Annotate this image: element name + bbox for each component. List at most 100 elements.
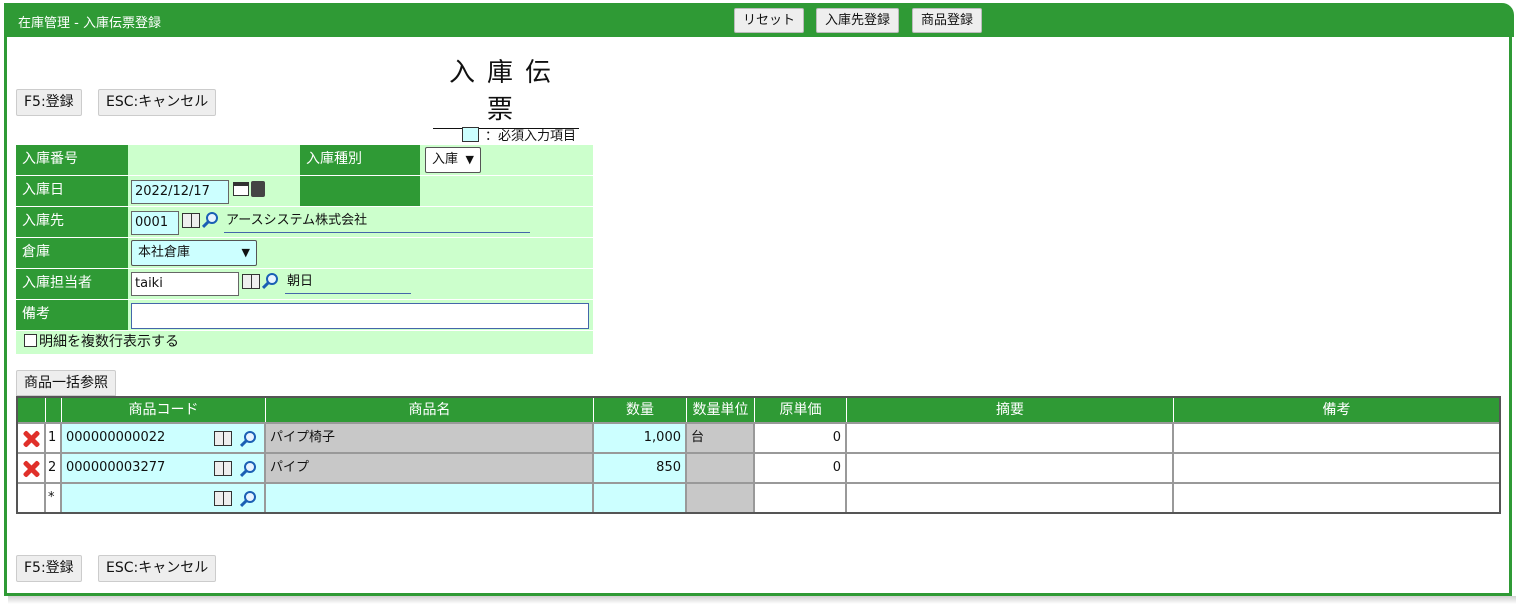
header-delete [18, 398, 46, 422]
staff-cell: taiki 朝日 [128, 269, 593, 299]
qty-cell[interactable] [594, 484, 687, 512]
form-row-date: 入庫日 2022/12/17 [16, 176, 593, 207]
app-title: 在庫管理 - 入庫伝票登録 [18, 16, 161, 31]
name-cell[interactable] [266, 484, 594, 512]
delete-cell [18, 424, 46, 452]
book-icon[interactable] [242, 274, 260, 289]
header-qty: 数量 [594, 398, 687, 422]
supplier-label: 入庫先 [16, 207, 128, 237]
receipt-no-value [128, 145, 300, 175]
note-cell[interactable] [1174, 424, 1499, 452]
required-swatch [462, 127, 479, 142]
search-icon[interactable] [244, 491, 256, 503]
form-row-receipt-no: 入庫番号 入庫種別 入庫 ▼ [16, 145, 593, 176]
row-no: * [46, 484, 62, 512]
delete-icon[interactable] [22, 430, 40, 448]
staff-label: 入庫担当者 [16, 269, 128, 299]
date-input[interactable]: 2022/12/17 [131, 180, 229, 204]
warehouse-label: 倉庫 [16, 238, 128, 268]
delete-icon[interactable] [22, 460, 40, 478]
remarks-cell [128, 300, 593, 330]
page-title: 入庫伝票 [433, 52, 579, 129]
receipt-type-value: 入庫 [432, 152, 459, 167]
code-value: 000000000022 [66, 430, 166, 445]
search-icon[interactable] [206, 212, 218, 224]
date-cell: 2022/12/17 [128, 176, 300, 206]
date-blank-label [300, 176, 420, 206]
receipt-no-label: 入庫番号 [16, 145, 128, 175]
unit-cell [687, 454, 755, 482]
search-icon[interactable] [244, 461, 256, 473]
summary-cell[interactable] [847, 484, 1174, 512]
form-row-warehouse: 倉庫 本社倉庫 ▼ [16, 238, 593, 269]
reset-button[interactable]: リセット [734, 8, 805, 33]
table-header: 商品コード 商品名 数量 数量単位 原単価 摘要 備考 [18, 398, 1499, 422]
bulk-reference-button[interactable]: 商品一括参照 [16, 370, 116, 396]
code-cell[interactable]: 000000003277 [62, 454, 266, 482]
cancel-button-top[interactable]: ESC:キャンセル [98, 89, 217, 116]
cost-cell[interactable]: 0 [755, 454, 847, 482]
warehouse-cell: 本社倉庫 ▼ [128, 238, 593, 268]
form-row-staff: 入庫担当者 taiki 朝日 [16, 269, 593, 300]
name-cell: パイプ椅子 [266, 424, 594, 452]
remarks-label: 備考 [16, 300, 128, 330]
summary-cell[interactable] [847, 424, 1174, 452]
staff-code-input[interactable]: taiki [131, 272, 239, 296]
cost-cell[interactable]: 0 [755, 424, 847, 452]
book-icon[interactable] [214, 491, 232, 506]
header-cost: 原単価 [755, 398, 847, 422]
title-bar: 在庫管理 - 入庫伝票登録 リセット 入庫先登録 商品登録 [4, 3, 1514, 37]
qty-cell[interactable]: 850 [594, 454, 687, 482]
form-row-supplier: 入庫先 0001 アースシステム株式会社 [16, 207, 593, 238]
summary-cell[interactable] [847, 454, 1174, 482]
receipt-type-select[interactable]: 入庫 ▼ [425, 147, 481, 173]
header-no [46, 398, 62, 422]
name-cell: パイプ [266, 454, 594, 482]
receipt-type-cell: 入庫 ▼ [420, 145, 593, 175]
header-note: 備考 [1322, 402, 1351, 418]
required-legend: ：必須入力項目 [462, 125, 576, 144]
note-cell[interactable] [1174, 454, 1499, 482]
supplier-code-input[interactable]: 0001 [131, 211, 179, 235]
qty-cell[interactable]: 1,000 [594, 424, 687, 452]
unit-cell: 台 [687, 424, 755, 452]
book-icon[interactable] [214, 461, 232, 476]
multiline-option[interactable]: 明細を複数行表示する [16, 331, 593, 354]
row-no: 2 [46, 454, 62, 482]
book-icon[interactable] [182, 213, 200, 228]
warehouse-select[interactable]: 本社倉庫 ▼ [131, 240, 257, 266]
note-cell[interactable] [1174, 484, 1499, 512]
supplier-name: アースシステム株式会社 [224, 210, 530, 233]
header-summary: 摘要 [847, 398, 1174, 422]
register-button-top[interactable]: F5:登録 [16, 89, 82, 116]
calendar-icon[interactable] [233, 182, 249, 196]
window-shadow [8, 596, 1516, 604]
remarks-input[interactable] [131, 303, 589, 329]
header-name: 商品名 [266, 398, 594, 422]
cost-cell[interactable] [755, 484, 847, 512]
header-unit: 数量単位 [687, 398, 755, 422]
search-icon[interactable] [244, 431, 256, 443]
multiline-label: 明細を複数行表示する [39, 334, 179, 350]
date-label: 入庫日 [16, 176, 128, 206]
multiline-checkbox[interactable] [24, 334, 37, 347]
date-spinner-icon[interactable] [251, 181, 265, 197]
delete-cell [18, 484, 46, 512]
search-icon[interactable] [266, 273, 278, 285]
chevron-down-icon: ▼ [465, 153, 474, 166]
header-form: 入庫番号 入庫種別 入庫 ▼ 入庫日 2022/12/17 入庫先 0001 アー… [16, 145, 593, 354]
code-cell[interactable]: 000000000022 [62, 424, 266, 452]
chevron-down-icon: ▼ [241, 246, 250, 259]
required-legend-text: ：必須入力項目 [485, 129, 577, 144]
book-icon[interactable] [214, 431, 232, 446]
code-cell[interactable] [62, 484, 266, 512]
cancel-button-bottom[interactable]: ESC:キャンセル [98, 555, 217, 582]
unit-cell [687, 484, 755, 512]
supplier-register-button[interactable]: 入庫先登録 [816, 8, 900, 33]
register-button-bottom[interactable]: F5:登録 [16, 555, 82, 582]
date-blank-cell [420, 176, 593, 206]
product-register-button[interactable]: 商品登録 [912, 8, 983, 33]
detail-table: 商品コード 商品名 数量 数量単位 原単価 摘要 備考 1 0000000000… [16, 396, 1501, 514]
header-code: 商品コード [62, 398, 266, 422]
table-row-new: * [18, 482, 1499, 512]
